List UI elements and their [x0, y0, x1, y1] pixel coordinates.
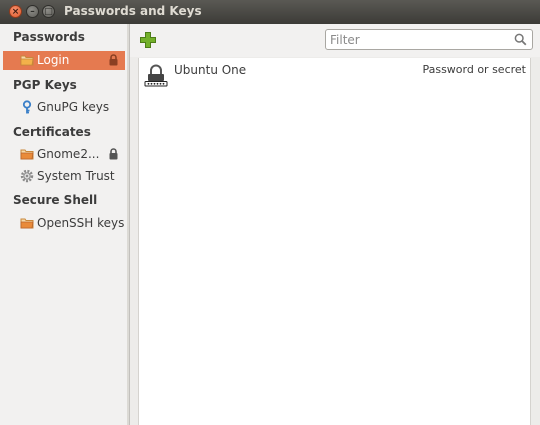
folder-icon — [20, 149, 34, 160]
folder-icon — [20, 55, 34, 66]
items-list: Ubuntu One Password or secret — [138, 58, 531, 425]
password-lock-icon — [144, 64, 168, 87]
key-icon — [22, 100, 32, 114]
sidebar-item-openssh-keys[interactable]: OpenSSH keys — [3, 214, 125, 233]
sidebar-item-label: GnuPG keys — [37, 100, 110, 114]
main-pane: Ubuntu One Password or secret — [130, 24, 540, 425]
title-bar[interactable]: × – □ Passwords and Keys — [0, 0, 540, 24]
close-window-button[interactable]: × — [9, 5, 22, 18]
search-icon[interactable] — [514, 33, 527, 46]
sidebar-edge — [127, 24, 129, 425]
filter-field[interactable] — [325, 29, 533, 50]
section-secure-shell: Secure Shell — [13, 193, 98, 207]
section-pgp-keys: PGP Keys — [13, 78, 77, 92]
lock-icon — [109, 54, 118, 66]
sidebar-item-label: Login — [37, 53, 70, 67]
section-certificates: Certificates — [13, 125, 91, 139]
sidebar-item-gnome2[interactable]: Gnome2... — [3, 145, 125, 164]
sidebar-item-label: Gnome2... — [37, 147, 100, 161]
maximize-window-button[interactable]: □ — [42, 5, 55, 18]
toolbar — [130, 24, 540, 57]
sidebar: Passwords Login PGP Keys GnuPG keys Cert… — [0, 24, 130, 425]
minimize-window-button[interactable]: – — [26, 5, 39, 18]
filter-input[interactable] — [330, 31, 510, 48]
item-type: Password or secret — [422, 63, 526, 76]
item-name: Ubuntu One — [174, 63, 247, 77]
add-icon[interactable] — [139, 31, 157, 49]
sidebar-item-label: OpenSSH keys — [37, 216, 125, 230]
sidebar-item-label: System Trust — [37, 169, 115, 183]
gear-icon — [20, 169, 34, 183]
lock-icon — [109, 148, 118, 160]
sidebar-item-gnupg-keys[interactable]: GnuPG keys — [3, 98, 125, 117]
list-item[interactable]: Ubuntu One Password or secret — [139, 58, 530, 90]
sidebar-item-login[interactable]: Login — [3, 51, 125, 70]
passwords-and-keys-window: × – □ Passwords and Keys Passwords Login… — [0, 0, 540, 425]
window-title: Passwords and Keys — [64, 4, 202, 18]
folder-icon — [20, 218, 34, 229]
sidebar-item-system-trust[interactable]: System Trust — [3, 167, 125, 186]
section-passwords: Passwords — [13, 30, 85, 44]
